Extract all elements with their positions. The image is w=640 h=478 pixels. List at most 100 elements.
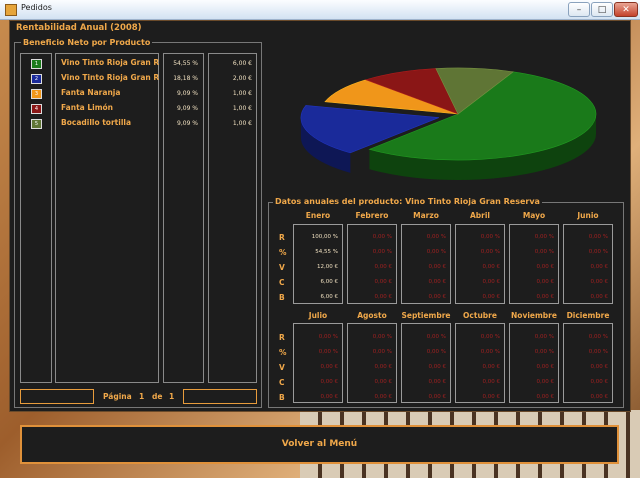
month-value: 0,00 € <box>374 364 393 370</box>
legend-product-name[interactable]: Vino Tinto Rioja Gran R <box>61 58 159 67</box>
legend-percent: 54,55 % <box>173 60 198 67</box>
month-value: 0,00 % <box>534 249 554 255</box>
month-value: 0,00 € <box>590 364 609 370</box>
window-title: Pedidos <box>21 3 52 12</box>
month-value: 0,00 % <box>426 349 446 355</box>
month-value: 0,00 % <box>372 249 392 255</box>
month-value: 0,00 € <box>428 294 447 300</box>
month-value: 0,00 € <box>428 379 447 385</box>
legend-swatch: 5 <box>31 119 42 129</box>
legend-swatch: 3 <box>31 89 42 99</box>
month-value: 54,55 % <box>315 249 338 255</box>
page-separator: de <box>152 392 163 401</box>
row-label: R <box>279 333 285 342</box>
month-value: 0,00 € <box>428 264 447 270</box>
page-total: 1 <box>169 392 175 401</box>
legend-value: 1,00 € <box>232 105 252 112</box>
legend-product-name[interactable]: Fanta Naranja <box>61 88 120 97</box>
row-label: B <box>279 293 285 302</box>
legend-percent: 18,18 % <box>173 75 198 82</box>
annual-title: Datos anuales del producto: Vino Tinto R… <box>273 197 542 206</box>
month-value: 0,00 € <box>374 294 393 300</box>
legend-value: 1,00 € <box>232 120 252 127</box>
legend-title: Beneficio Neto por Producto <box>21 38 153 47</box>
app-icon <box>5 4 17 16</box>
month-value: 0,00 € <box>482 394 501 400</box>
month-label: Diciembre <box>566 311 610 320</box>
legend-percent-column <box>163 53 204 383</box>
legend-percent: 9,09 % <box>177 120 198 127</box>
month-value: 0,00 % <box>372 334 392 340</box>
month-value: 0,00 % <box>588 349 608 355</box>
month-value: 0,00 € <box>374 279 393 285</box>
month-value: 0,00 % <box>318 334 338 340</box>
month-value: 0,00 % <box>588 249 608 255</box>
month-label: Septiembre <box>401 311 451 320</box>
month-value: 0,00 % <box>534 349 554 355</box>
month-value: 0,00 % <box>372 234 392 240</box>
month-value: 0,00 % <box>318 349 338 355</box>
month-label: Julio <box>308 311 328 320</box>
month-value: 100,00 % <box>311 234 338 240</box>
month-value: 0,00 % <box>426 234 446 240</box>
month-value: 0,00 € <box>590 379 609 385</box>
month-value: 0,00 € <box>428 279 447 285</box>
close-button[interactable]: ✕ <box>614 2 638 17</box>
month-value: 0,00 € <box>482 279 501 285</box>
month-value: 6,00 € <box>320 279 339 285</box>
month-label: Marzo <box>413 211 439 220</box>
panel-title: Rentabilidad Anual (2008) <box>16 23 142 33</box>
month-value: 0,00 € <box>536 294 555 300</box>
legend-percent: 9,09 % <box>177 90 198 97</box>
row-label: C <box>279 378 285 387</box>
month-label: Agosto <box>357 311 387 320</box>
row-label: C <box>279 278 285 287</box>
next-page-button[interactable] <box>183 389 257 404</box>
month-label: Enero <box>305 211 331 220</box>
legend-product-name[interactable]: Vino Tinto Rioja Gran R <box>61 73 159 82</box>
month-value: 0,00 € <box>536 394 555 400</box>
row-label: % <box>279 348 287 357</box>
month-label: Octubre <box>463 311 497 320</box>
row-label: R <box>279 233 285 242</box>
month-value: 0,00 € <box>374 394 393 400</box>
prev-page-button[interactable] <box>20 389 94 404</box>
month-label: Abril <box>469 211 490 220</box>
month-value: 0,00 € <box>482 264 501 270</box>
month-value: 0,00 % <box>372 349 392 355</box>
month-label: Mayo <box>522 211 546 220</box>
month-value: 0,00 % <box>480 349 500 355</box>
pie-chart <box>300 67 597 180</box>
back-to-menu-button[interactable]: Volver al Menú <box>20 425 619 464</box>
legend-product-name[interactable]: Bocadillo tortilla <box>61 118 131 127</box>
legend-swatch: 1 <box>31 59 42 69</box>
month-value: 0,00 € <box>374 379 393 385</box>
month-value: 0,00 € <box>482 379 501 385</box>
row-label: % <box>279 248 287 257</box>
maximize-button[interactable]: □ <box>591 2 613 17</box>
month-value: 0,00 % <box>480 249 500 255</box>
month-value: 0,00 € <box>320 394 339 400</box>
month-value: 0,00 € <box>428 394 447 400</box>
legend-swatch: 4 <box>31 104 42 114</box>
legend-product-name[interactable]: Fanta Limón <box>61 103 113 112</box>
row-label: V <box>279 263 285 272</box>
month-value: 0,00 % <box>480 234 500 240</box>
month-value: 0,00 € <box>590 294 609 300</box>
legend-value: 1,00 € <box>232 90 252 97</box>
month-value: 0,00 % <box>588 234 608 240</box>
legend-value-column <box>208 53 257 383</box>
minimize-button[interactable]: – <box>568 2 590 17</box>
month-value: 0,00 % <box>534 234 554 240</box>
month-value: 0,00 € <box>590 264 609 270</box>
month-value: 0,00 % <box>480 334 500 340</box>
month-value: 0,00 % <box>534 334 554 340</box>
month-value: 0,00 € <box>428 364 447 370</box>
month-value: 0,00 % <box>426 334 446 340</box>
month-value: 0,00 € <box>482 294 501 300</box>
month-value: 0,00 € <box>536 364 555 370</box>
month-value: 0,00 € <box>320 364 339 370</box>
month-label: Febrero <box>355 211 389 220</box>
month-label: Junio <box>577 211 599 220</box>
month-value: 0,00 % <box>426 249 446 255</box>
